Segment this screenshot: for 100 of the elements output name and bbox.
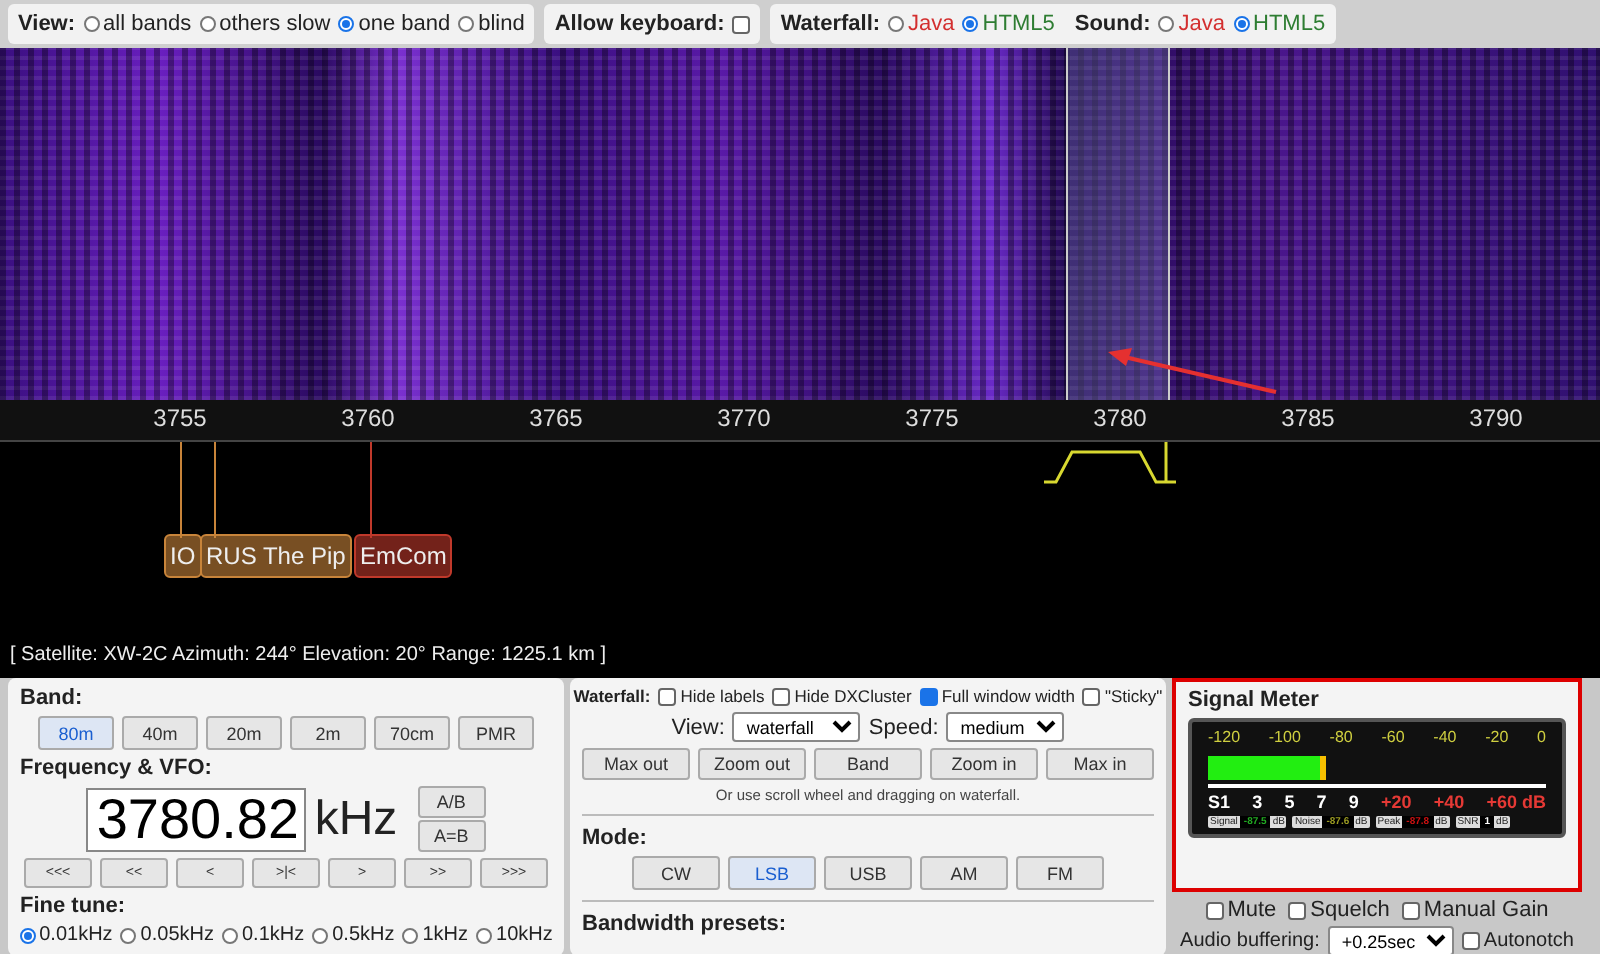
view-label: View: xyxy=(671,715,725,739)
radio-button[interactable] xyxy=(312,927,329,943)
option-label: 0.1kHz xyxy=(241,924,305,946)
option-label: others slow xyxy=(219,12,331,36)
sound-label: Sound: xyxy=(1074,12,1151,36)
mode-button[interactable]: LSB xyxy=(728,856,816,890)
keyboard-label: Allow keyboard: xyxy=(554,12,725,36)
checkbox[interactable] xyxy=(1461,932,1480,950)
radio-button[interactable] xyxy=(19,927,36,943)
scale-label: 7 xyxy=(1316,792,1327,812)
option-label: all bands xyxy=(103,12,192,36)
marker-line xyxy=(214,442,216,538)
checkbox-label: Manual Gain xyxy=(1423,898,1549,922)
checkbox-label: Full window width xyxy=(941,686,1075,706)
mode-button[interactable]: FM xyxy=(1016,856,1104,890)
speed-label: Speed: xyxy=(868,715,939,739)
scale-label: 3785 xyxy=(1281,404,1335,432)
fine-tune-label: Fine tune: xyxy=(20,894,128,918)
radio-button[interactable] xyxy=(962,16,979,32)
radio-button[interactable] xyxy=(83,16,100,32)
radio-button[interactable] xyxy=(1233,16,1249,32)
wavelength-button[interactable]: 2m xyxy=(290,716,366,750)
radio-button[interactable] xyxy=(221,927,238,943)
zoom-button[interactable]: Zoom out xyxy=(698,748,806,780)
scale-label: 3760 xyxy=(341,404,395,432)
zoom-button[interactable]: Max in xyxy=(1046,748,1154,780)
scale-label: 3 xyxy=(1252,792,1263,812)
wavelength-button[interactable]: 80m xyxy=(38,716,114,750)
scale-label: 3765 xyxy=(529,404,583,432)
option-label: HTML5 xyxy=(1253,12,1326,36)
speed-select[interactable]: medium xyxy=(946,712,1065,742)
scale-label: 5 xyxy=(1284,792,1295,812)
station-marker[interactable]: RUS The Pip xyxy=(200,534,352,578)
band-label: Band: xyxy=(20,686,85,710)
zoom-button[interactable]: Max out xyxy=(582,748,690,780)
scale-label: 9 xyxy=(1348,792,1359,812)
checkbox-label: Mute xyxy=(1227,898,1277,922)
checkbox-label: Hide DXCluster xyxy=(794,686,912,706)
scale-label: 0 xyxy=(1537,728,1546,746)
option-label: 10kHz xyxy=(496,924,553,946)
station-marker[interactable]: IO xyxy=(164,534,202,578)
checkbox[interactable] xyxy=(732,15,751,33)
wavelength-button[interactable]: 40m xyxy=(122,716,198,750)
wavelength-button[interactable]: 20m xyxy=(206,716,282,750)
scale-label: 3755 xyxy=(153,404,207,432)
station-marker[interactable]: EmCom xyxy=(354,534,453,578)
view-select[interactable]: waterfall xyxy=(732,712,861,742)
checkbox-label: Squelch xyxy=(1310,898,1390,922)
radio-button[interactable] xyxy=(888,16,905,32)
option-label: 0.05kHz xyxy=(140,924,214,946)
radio-button[interactable] xyxy=(199,16,216,32)
bandwidth-label: Bandwidth presets: xyxy=(582,912,789,936)
scale-label: S1 xyxy=(1208,792,1231,812)
checkbox[interactable] xyxy=(919,687,938,705)
scale-label: +60 dB xyxy=(1486,792,1546,812)
mode-button[interactable]: CW xyxy=(632,856,720,890)
wavelength-button[interactable]: PMR xyxy=(458,716,534,750)
checkbox-label: "Sticky" xyxy=(1104,686,1163,706)
waterfall-label: Waterfall: xyxy=(780,12,881,36)
scale-label: -100 xyxy=(1268,728,1301,746)
option-label: blind xyxy=(478,12,525,36)
marker-line xyxy=(370,442,372,538)
checkbox[interactable] xyxy=(1401,901,1420,919)
mode-label: Mode: xyxy=(582,826,649,850)
radio-button[interactable] xyxy=(338,16,355,32)
option-label: Java xyxy=(908,12,955,36)
waterfall-drawing[interactable] xyxy=(0,48,1600,400)
waterfall-label: Waterfall: xyxy=(573,686,651,706)
checkbox[interactable] xyxy=(1205,901,1224,919)
frequency-field[interactable]: 3780.82 xyxy=(86,787,307,851)
scale-label: -60 xyxy=(1381,728,1405,746)
radio-button[interactable] xyxy=(402,927,419,943)
satellite-status: [ Satellite: XW-2C Azimuth: 244° Elevation: 20° Range: 1225.1 km ] xyxy=(10,644,606,666)
radio-button[interactable] xyxy=(120,927,137,943)
radio-button[interactable] xyxy=(1158,16,1175,32)
buffering-select[interactable]: +0.25sec xyxy=(1327,926,1454,954)
checkbox[interactable] xyxy=(1082,687,1101,705)
unit-label: kHz xyxy=(314,791,398,847)
scale-label: +40 xyxy=(1433,792,1465,812)
radio-button[interactable] xyxy=(458,16,475,32)
mode-button[interactable]: USB xyxy=(824,856,912,890)
checkbox[interactable] xyxy=(1288,901,1307,919)
vfo-button[interactable]: A=B xyxy=(417,820,486,852)
checkbox[interactable] xyxy=(772,687,791,705)
view-label: View: xyxy=(18,12,76,36)
option-label: 0.5kHz xyxy=(332,924,395,946)
radio-button[interactable] xyxy=(476,927,493,943)
mode-button[interactable]: AM xyxy=(920,856,1008,890)
wavelength-button[interactable]: 70cm xyxy=(374,716,450,750)
vfo-button[interactable]: A/B xyxy=(417,786,486,818)
zoom-button[interactable]: Band xyxy=(814,748,922,780)
checkbox-label: Autonotch xyxy=(1483,930,1574,952)
scale-label: -80 xyxy=(1329,728,1353,746)
option-label: 0.01kHz xyxy=(39,924,113,946)
checkbox[interactable] xyxy=(658,687,677,705)
scale-label: -20 xyxy=(1485,728,1509,746)
marker-line xyxy=(180,442,182,538)
buffering-label: Audio buffering: xyxy=(1180,930,1320,952)
scale-label: -40 xyxy=(1433,728,1457,746)
zoom-button[interactable]: Zoom in xyxy=(930,748,1038,780)
